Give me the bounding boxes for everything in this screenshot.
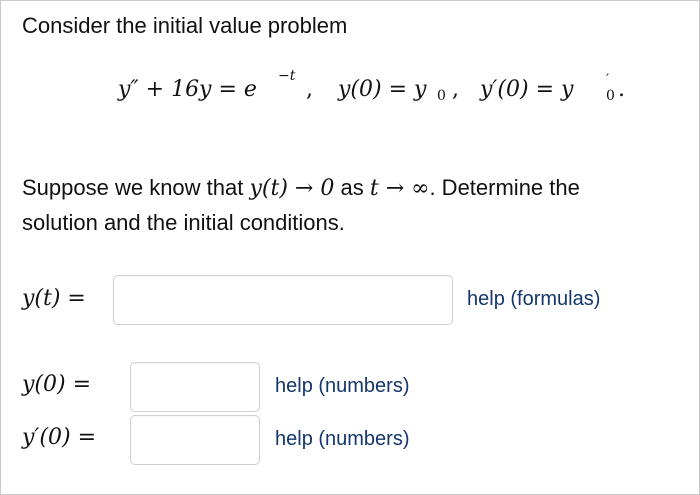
yt-label: y(t) = [22,286,86,311]
equation-lhs: y″ + 16y = e [118,77,257,102]
initial-condition-y0: y(0) = y [338,77,427,102]
yp0-label: y′(0) = [22,425,97,450]
y0-label: y(0) = [22,372,92,397]
initial-condition-yp0: y′(0) = y [480,77,574,102]
help-numbers-link-1[interactable]: help (numbers) [275,375,410,398]
equation-comma-1: , [306,77,313,102]
y0-input[interactable] [130,362,260,412]
condition-math-1: y(t) → 0 [249,176,335,201]
equation-period: . [618,77,625,102]
help-numbers-link-2[interactable]: help (numbers) [275,428,410,451]
yt-input[interactable] [113,275,453,325]
problem-intro: Consider the initial value problem [22,13,348,38]
condition-line-2: solution and the initial conditions. [22,210,345,235]
yp0-input[interactable] [130,415,260,465]
condition-after: . Determine the [429,175,580,200]
condition-math-2: t → ∞ [369,176,430,201]
condition-before: Suppose we know that [22,175,244,200]
equation-comma-2: , [452,77,459,102]
condition-sentence: Suppose we know that y(t) → 0 as t → ∞. … [22,174,580,203]
condition-as: as [340,175,364,200]
initial-condition-yp0-prime: ′ [606,72,610,88]
help-formulas-link[interactable]: help (formulas) [467,288,600,311]
initial-condition-y0-subscript: 0 [437,88,446,104]
initial-condition-yp0-subscript: 0 [606,88,615,104]
equation-exponent: −t [278,68,296,84]
problem-frame [0,0,700,495]
